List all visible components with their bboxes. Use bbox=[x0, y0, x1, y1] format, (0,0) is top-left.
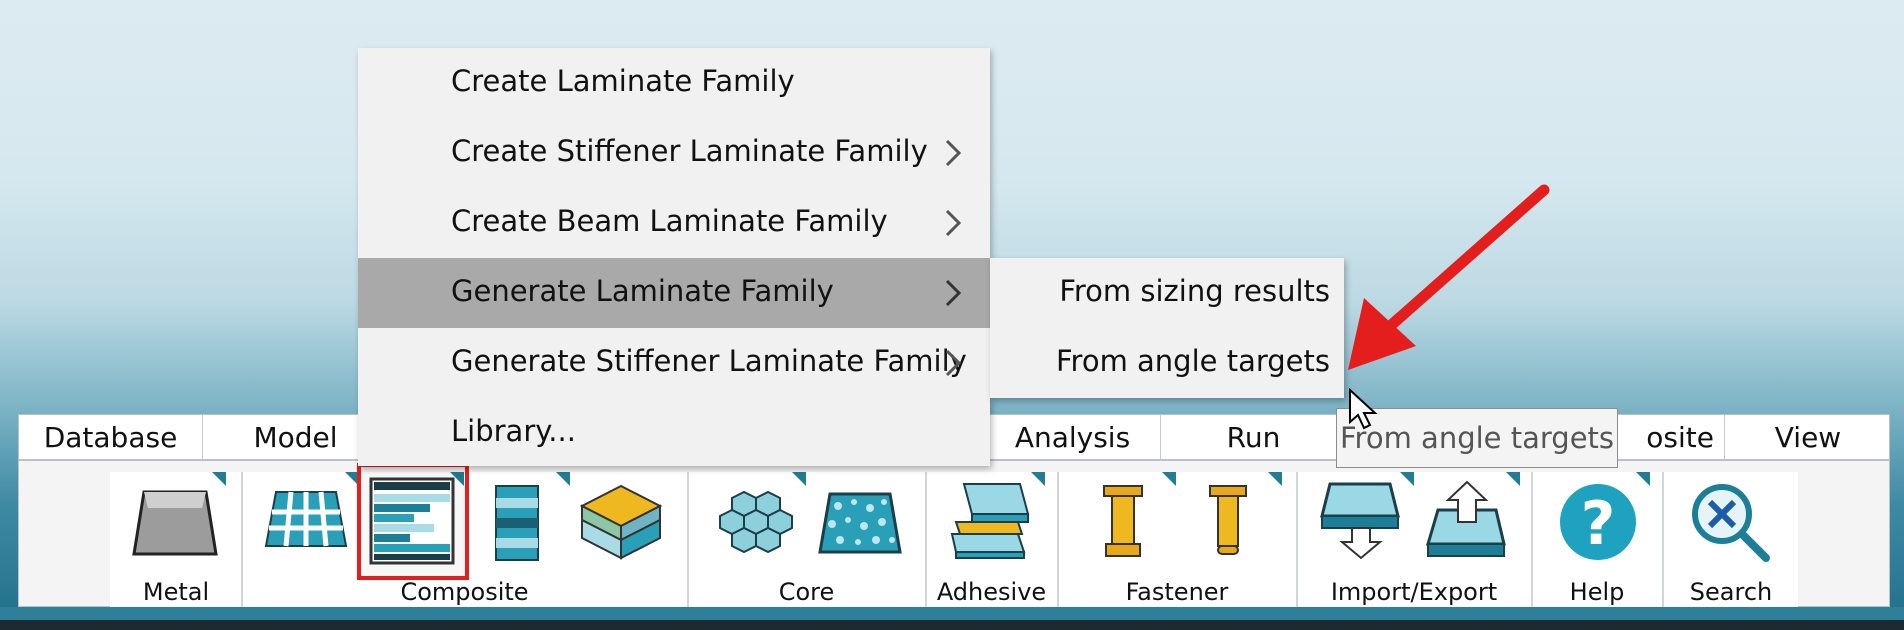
group-label-adhesive: Adhesive bbox=[936, 578, 1047, 606]
annotation-arrow-icon bbox=[1348, 184, 1550, 370]
metal-plate-icon[interactable] bbox=[132, 488, 218, 558]
dropdown-corner-icon bbox=[556, 472, 570, 486]
group-label-import-export: Import/Export bbox=[1330, 578, 1498, 606]
submenu: From sizing results From angle targets bbox=[990, 258, 1344, 398]
dropdown-corner-icon bbox=[1506, 472, 1520, 486]
adhesive-icon[interactable] bbox=[948, 480, 1032, 562]
group-label-search: Search bbox=[1689, 578, 1773, 606]
tab-database[interactable]: Database bbox=[19, 415, 203, 459]
menu-item-create-laminate-family[interactable]: Create Laminate Family bbox=[358, 48, 990, 118]
tab-view[interactable]: View bbox=[1725, 415, 1891, 459]
context-menu: Create Laminate Family Create Stiffener … bbox=[358, 48, 990, 466]
help-icon[interactable]: ? bbox=[1556, 482, 1640, 562]
woven-fabric-icon[interactable] bbox=[264, 488, 348, 552]
group-label-composite: Composite bbox=[400, 578, 529, 606]
chevron-right-icon bbox=[945, 209, 962, 237]
tab-analysis[interactable]: Analysis bbox=[985, 415, 1161, 459]
dropdown-corner-icon bbox=[1400, 472, 1414, 486]
dropdown-corner-icon bbox=[1162, 472, 1176, 486]
taskbar-edge bbox=[0, 620, 1904, 630]
tab-run[interactable]: Run bbox=[1161, 415, 1347, 459]
export-icon[interactable] bbox=[1426, 480, 1508, 562]
submenu-item-from-sizing-results[interactable]: From sizing results bbox=[1059, 274, 1330, 308]
menu-item-create-stiffener-laminate-family[interactable]: Create Stiffener Laminate Family bbox=[358, 118, 990, 188]
honeycomb-core-icon[interactable] bbox=[712, 488, 796, 558]
dropdown-corner-icon bbox=[1268, 472, 1282, 486]
menu-item-generate-laminate-family[interactable]: Generate Laminate Family bbox=[358, 258, 990, 328]
bolt-fastener-icon[interactable] bbox=[1102, 484, 1144, 558]
menu-item-library[interactable]: Library... bbox=[358, 398, 990, 468]
search-icon[interactable] bbox=[1688, 480, 1772, 564]
chevron-right-icon bbox=[945, 279, 962, 307]
foam-core-icon[interactable] bbox=[818, 490, 902, 556]
group-label-core: Core bbox=[778, 578, 835, 606]
menu-item-generate-stiffener-laminate-family[interactable]: Generate Stiffener Laminate Family bbox=[358, 328, 990, 398]
window-bottom-edge bbox=[0, 607, 1904, 620]
chevron-right-icon bbox=[945, 139, 962, 167]
chevron-right-icon bbox=[945, 349, 962, 377]
import-icon[interactable] bbox=[1320, 480, 1402, 562]
dropdown-corner-icon bbox=[792, 472, 806, 486]
sandwich-panel-icon[interactable] bbox=[580, 482, 662, 562]
mouse-cursor-icon bbox=[1349, 388, 1378, 430]
dropdown-corner-icon bbox=[212, 472, 226, 486]
group-label-fastener: Fastener bbox=[1125, 578, 1229, 606]
rivet-fastener-icon[interactable] bbox=[1208, 484, 1248, 558]
svg-text:?: ? bbox=[1581, 489, 1616, 559]
ply-stack-icon[interactable] bbox=[494, 484, 540, 562]
dropdown-corner-icon bbox=[1031, 472, 1045, 486]
group-label-help: Help bbox=[1569, 578, 1625, 606]
submenu-item-from-angle-targets[interactable]: From angle targets bbox=[1056, 344, 1330, 378]
group-label-metal: Metal bbox=[142, 578, 210, 606]
laminate-family-icon bbox=[369, 477, 455, 565]
menu-item-create-beam-laminate-family[interactable]: Create Beam Laminate Family bbox=[358, 188, 990, 258]
